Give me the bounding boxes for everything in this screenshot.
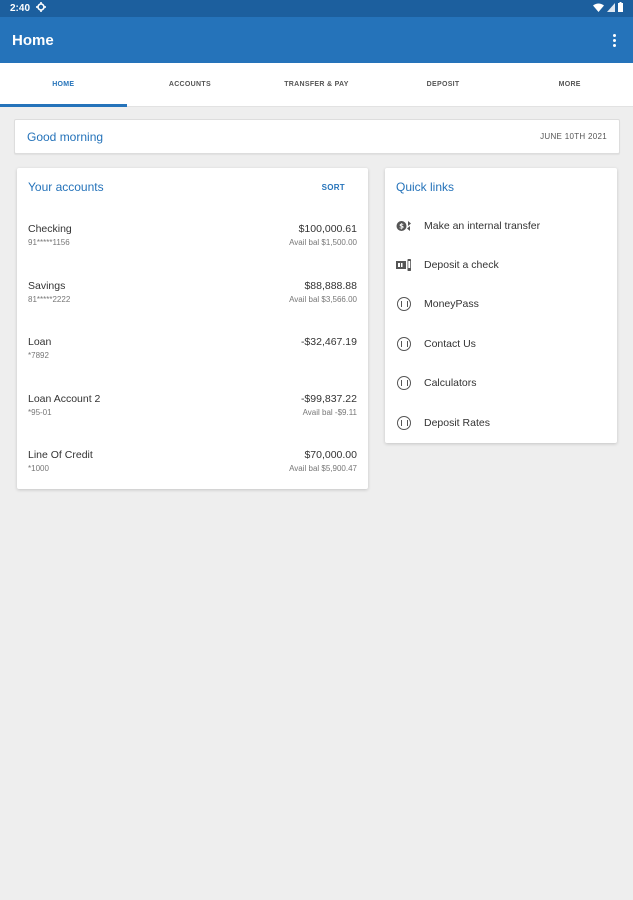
tab-more[interactable]: MORE: [506, 63, 633, 106]
check-deposit-icon: [396, 257, 412, 273]
account-number: *1000: [28, 464, 49, 473]
app-bar: Home: [0, 17, 633, 63]
account-number: 91*****1156: [28, 238, 70, 247]
account-balance: -$99,837.22: [300, 392, 357, 405]
quick-links-card: Quick links $ Make an internal transfer …: [385, 168, 617, 443]
tab-transfer-pay[interactable]: TRANSFER & PAY: [253, 63, 380, 106]
tab-deposit[interactable]: DEPOSIT: [380, 63, 507, 106]
account-balance: $88,888.88: [304, 279, 357, 292]
greeting-date: JUNE 10TH 2021: [540, 132, 607, 141]
quick-link-label: Calculators: [424, 377, 477, 390]
accounts-card: Your accounts SORT Checking 91*****1156 …: [17, 168, 368, 489]
status-bar: 2:40: [0, 0, 633, 17]
transfer-icon: $: [396, 218, 412, 234]
quick-link-label: Make an internal transfer: [424, 219, 541, 232]
account-name: Savings: [28, 279, 66, 292]
account-balance: -$32,467.19: [300, 336, 357, 348]
page-title: Home: [12, 31, 54, 49]
signal-icon: [607, 2, 615, 15]
greeting-banner: Good morning JUNE 10TH 2021: [14, 119, 620, 154]
accounts-card-title: Your accounts: [28, 180, 104, 194]
overflow-menu-icon[interactable]: [607, 30, 621, 50]
account-row[interactable]: Savings 81*****2222 $88,888.88 Avail bal…: [17, 263, 368, 320]
tab-bar: HOME ACCOUNTS TRANSFER & PAY DEPOSIT MOR…: [0, 63, 633, 107]
battery-icon: [618, 2, 623, 15]
quick-link-label: Deposit Rates: [424, 416, 490, 429]
account-available-balance: Avail bal $1,500.00: [289, 238, 357, 247]
account-available-balance: Avail bal $5,900.47: [289, 464, 357, 473]
greeting-text: Good morning: [27, 129, 104, 144]
tab-home[interactable]: HOME: [0, 63, 127, 107]
tab-accounts[interactable]: ACCOUNTS: [127, 63, 254, 106]
quick-link-moneypass[interactable]: MoneyPass: [385, 285, 617, 324]
quick-link-contact-us[interactable]: Contact Us: [385, 324, 617, 363]
account-balance: $70,000.00: [304, 449, 357, 461]
map-icon: [396, 415, 412, 431]
account-balance: $100,000.61: [298, 223, 357, 235]
account-available-balance: Avail bal -$9.11: [302, 407, 357, 417]
quick-link-deposit-check[interactable]: Deposit a check: [385, 245, 617, 284]
map-icon: [396, 296, 412, 312]
account-name: Checking: [28, 223, 72, 235]
status-time: 2:40: [10, 3, 31, 14]
map-icon: [396, 336, 412, 352]
map-icon: [396, 375, 412, 391]
quick-link-label: Contact Us: [424, 337, 476, 350]
account-row[interactable]: Loan *7892 -$32,467.19: [17, 319, 368, 376]
accounts-card-header: Your accounts SORT: [17, 168, 368, 206]
account-row[interactable]: Checking 91*****1156 $100,000.61 Avail b…: [17, 206, 368, 263]
account-available-balance: Avail bal $3,566.00: [289, 294, 357, 304]
account-number: 81*****2222: [28, 294, 71, 304]
quick-link-calculators[interactable]: Calculators: [385, 364, 617, 403]
account-number: *7892: [28, 351, 49, 360]
account-row[interactable]: Loan Account 2 *95-01 -$99,837.22 Avail …: [17, 376, 368, 433]
account-number: *95-01: [28, 407, 52, 417]
account-row[interactable]: Line Of Credit *1000 $70,000.00 Avail ba…: [17, 432, 368, 489]
quick-link-label: MoneyPass: [424, 298, 479, 311]
wifi-icon: [593, 3, 604, 15]
svg-text:$: $: [399, 222, 404, 230]
quick-link-deposit-rates[interactable]: Deposit Rates: [385, 403, 617, 442]
sort-button[interactable]: SORT: [322, 183, 345, 192]
quick-link-internal-transfer[interactable]: $ Make an internal transfer: [385, 206, 617, 245]
quick-link-label: Deposit a check: [424, 259, 499, 272]
quick-links-title: Quick links: [396, 180, 455, 194]
account-name: Line Of Credit: [28, 449, 93, 461]
account-name: Loan: [28, 336, 52, 348]
quick-links-header: Quick links: [385, 168, 617, 206]
settings-gear-icon: [36, 2, 47, 15]
account-name: Loan Account 2: [28, 392, 101, 405]
